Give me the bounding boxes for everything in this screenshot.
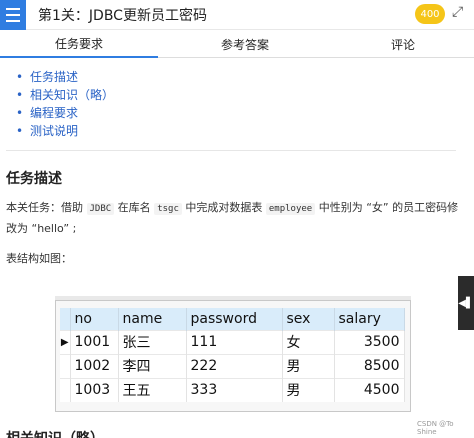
table-of-contents: 任务描述 相关知识（略） 编程要求 测试说明 — [16, 68, 114, 140]
current-row-icon: ▶ — [60, 329, 71, 354]
task-text-start: 本关任务：借助 — [6, 201, 87, 214]
cell-password: 333 — [186, 377, 283, 402]
cell-salary: 4500 — [334, 377, 405, 402]
code-tsgc: tsgc — [154, 203, 182, 215]
cell-sex: 男 — [282, 377, 335, 402]
table-row[interactable]: ▶ 1001 张三 111 女 3500 — [60, 329, 405, 354]
watermark: CSDN @To Shine — [417, 420, 454, 436]
cell-name: 李四 — [118, 353, 187, 378]
cell-password: 222 — [186, 353, 283, 378]
top-bar: 第1关：JDBC更新员工密码 400 ⤢ — [0, 0, 474, 30]
column-header-no: no — [70, 308, 119, 330]
column-header-name: name — [118, 308, 187, 330]
task-text-mid: 中完成对数据表 — [181, 201, 266, 214]
table-header-row: no name password sex salary — [60, 308, 405, 330]
cell-password: 111 — [186, 329, 283, 354]
toc-item-programming-requirements[interactable]: 编程要求 — [16, 104, 114, 122]
cell-name: 王五 — [118, 377, 187, 402]
header-marker-cell — [60, 308, 71, 330]
code-employee: employee — [265, 203, 316, 215]
expand-icon[interactable]: ⤢ — [452, 4, 463, 20]
column-header-sex: sex — [282, 308, 335, 330]
task-heading: 任务描述 — [6, 171, 62, 187]
task-description: 本关任务：借助 JDBC 在库名 tsgc 中完成对数据表 employee 中… — [6, 198, 461, 239]
table-intro: 表结构如图： — [6, 252, 72, 265]
task-text-lib: 在库名 — [114, 201, 155, 214]
toc-item-test-description[interactable]: 测试说明 — [16, 122, 114, 140]
page-title: 第1关：JDBC更新员工密码 — [38, 8, 207, 24]
toc-item-related-knowledge[interactable]: 相关知识（略） — [16, 86, 114, 104]
row-marker-cell — [60, 377, 71, 402]
cell-no: 1002 — [70, 353, 119, 378]
code-jdbc: JDBC — [86, 203, 115, 215]
cell-no: 1001 — [70, 329, 119, 354]
tab-bar: 任务要求 参考答案 评论 — [0, 30, 474, 58]
cell-sex: 女 — [282, 329, 335, 354]
menu-icon[interactable] — [0, 0, 26, 30]
related-knowledge-heading: 相关知识（略） — [6, 428, 104, 438]
column-header-salary: salary — [334, 308, 405, 330]
cell-salary: 8500 — [334, 353, 405, 378]
table-row[interactable]: 1002 李四 222 男 8500 — [60, 353, 405, 378]
tab-task-requirements[interactable]: 任务要求 — [0, 30, 158, 58]
column-header-password: password — [186, 308, 283, 330]
cell-no: 1003 — [70, 377, 119, 402]
cell-salary: 3500 — [334, 329, 405, 354]
row-marker-cell — [60, 353, 71, 378]
toc-item-task-description[interactable]: 任务描述 — [16, 68, 114, 86]
tab-reference-answer[interactable]: 参考答案 — [158, 30, 332, 58]
cell-name: 张三 — [118, 329, 187, 354]
score-badge: 400 — [415, 4, 445, 24]
side-collapse-icon[interactable]: ◀▌ — [458, 276, 474, 330]
table-row[interactable]: 1003 王五 333 男 4500 — [60, 377, 405, 402]
divider — [6, 150, 456, 151]
employee-table: no name password sex salary ▶ 1001 张三 11… — [60, 308, 405, 402]
tab-comments[interactable]: 评论 — [332, 30, 474, 58]
cell-sex: 男 — [282, 353, 335, 378]
